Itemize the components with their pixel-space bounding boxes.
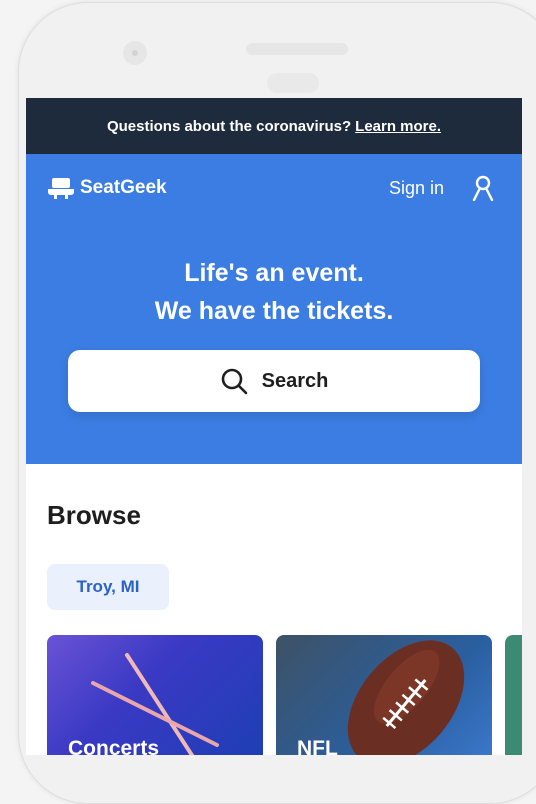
learn-more-link[interactable]: Learn more. — [355, 118, 441, 135]
hero: SeatGeek Sign in Life's an event. We hav… — [26, 154, 522, 464]
sensor — [267, 73, 319, 93]
category-label: Concerts — [68, 737, 160, 755]
category-card-partial[interactable] — [505, 635, 522, 755]
seatgeek-logo[interactable]: SeatGeek — [46, 177, 167, 199]
user-icon[interactable] — [472, 175, 494, 201]
screen: Questions about the coronavirus? Learn m… — [26, 98, 522, 755]
search-label: Search — [261, 369, 329, 392]
location-chip[interactable]: Troy, MI — [47, 564, 169, 610]
nav-right: Sign in — [389, 175, 494, 201]
camera-icon — [123, 41, 147, 65]
category-card-nfl[interactable]: NFL — [276, 635, 492, 755]
headline-line-1: Life's an event. — [184, 259, 364, 287]
logo-text: SeatGeek — [80, 177, 167, 198]
sign-in-link[interactable]: Sign in — [389, 178, 444, 199]
search-icon — [221, 368, 247, 395]
headline-line-2: We have the tickets. — [154, 297, 394, 325]
browse-title: Browse — [47, 500, 141, 530]
search-input[interactable]: Search — [68, 350, 480, 412]
category-label: NFL — [297, 737, 338, 755]
banner-text: Questions about the coronavirus? — [106, 117, 352, 135]
top-nav: SeatGeek Sign in — [46, 172, 494, 204]
category-card-concerts[interactable]: Concerts — [47, 635, 263, 755]
seat-icon — [48, 178, 74, 199]
hero-headline: Life's an event. We have the tickets. — [26, 254, 522, 330]
coronavirus-banner: Questions about the coronavirus? Learn m… — [26, 98, 522, 154]
speaker-grille — [246, 43, 348, 55]
